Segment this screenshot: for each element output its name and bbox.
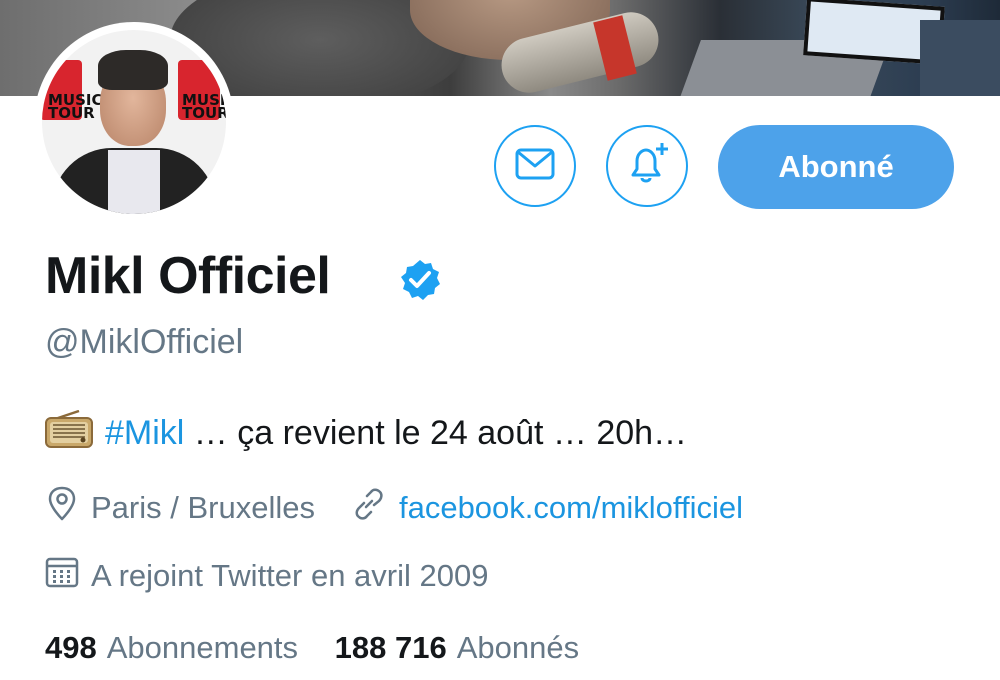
profile-meta-location-website: Paris / Bruxelles facebook.com/mikloffic… xyxy=(45,486,743,530)
avatar-logo-text-right: MUSIC TOUR xyxy=(182,91,226,122)
following-button-label: Abonné xyxy=(778,149,894,184)
followers-count: 188 716 xyxy=(334,630,447,665)
followers-stat[interactable]: 188 716 Abonnés xyxy=(335,630,579,665)
bio-text: … ça revient le 24 août … 20h… xyxy=(184,414,688,452)
following-count: 498 xyxy=(45,630,97,665)
bell-plus-icon xyxy=(624,141,670,192)
following-stat[interactable]: 498 Abonnements xyxy=(45,630,298,665)
followers-label: Abonnés xyxy=(456,630,580,665)
avatar-logo-text-left: MUSIC TOUR xyxy=(48,91,103,122)
profile-meta-joined: A rejoint Twitter en avril 2009 xyxy=(45,555,488,597)
following-label: Abonnements xyxy=(106,630,299,665)
website-link[interactable]: facebook.com/miklofficiel xyxy=(399,490,743,526)
profile-stats: 498 Abonnements 188 716 Abonnés xyxy=(45,630,579,666)
calendar-icon xyxy=(45,555,79,597)
radio-icon xyxy=(45,409,93,457)
profile-name: Mikl Officiel xyxy=(45,247,331,305)
profile-bio: #Mikl … ça revient le 24 août … 20h… xyxy=(45,409,688,457)
profile-avatar[interactable]: MUSIC TOUR MUSIC TOUR xyxy=(34,22,234,222)
link-icon xyxy=(351,486,387,530)
profile-handle: @MiklOfficiel xyxy=(45,323,244,361)
bio-hashtag-link[interactable]: #Mikl xyxy=(105,414,184,452)
envelope-icon xyxy=(515,148,555,185)
verified-badge-icon xyxy=(398,258,442,307)
following-button[interactable]: Abonné xyxy=(718,125,954,209)
joined-date-text: A rejoint Twitter en avril 2009 xyxy=(91,558,489,593)
notifications-button[interactable] xyxy=(606,125,688,207)
location-pin-icon xyxy=(45,486,79,530)
location-text: Paris / Bruxelles xyxy=(91,490,315,525)
message-button[interactable] xyxy=(494,125,576,207)
